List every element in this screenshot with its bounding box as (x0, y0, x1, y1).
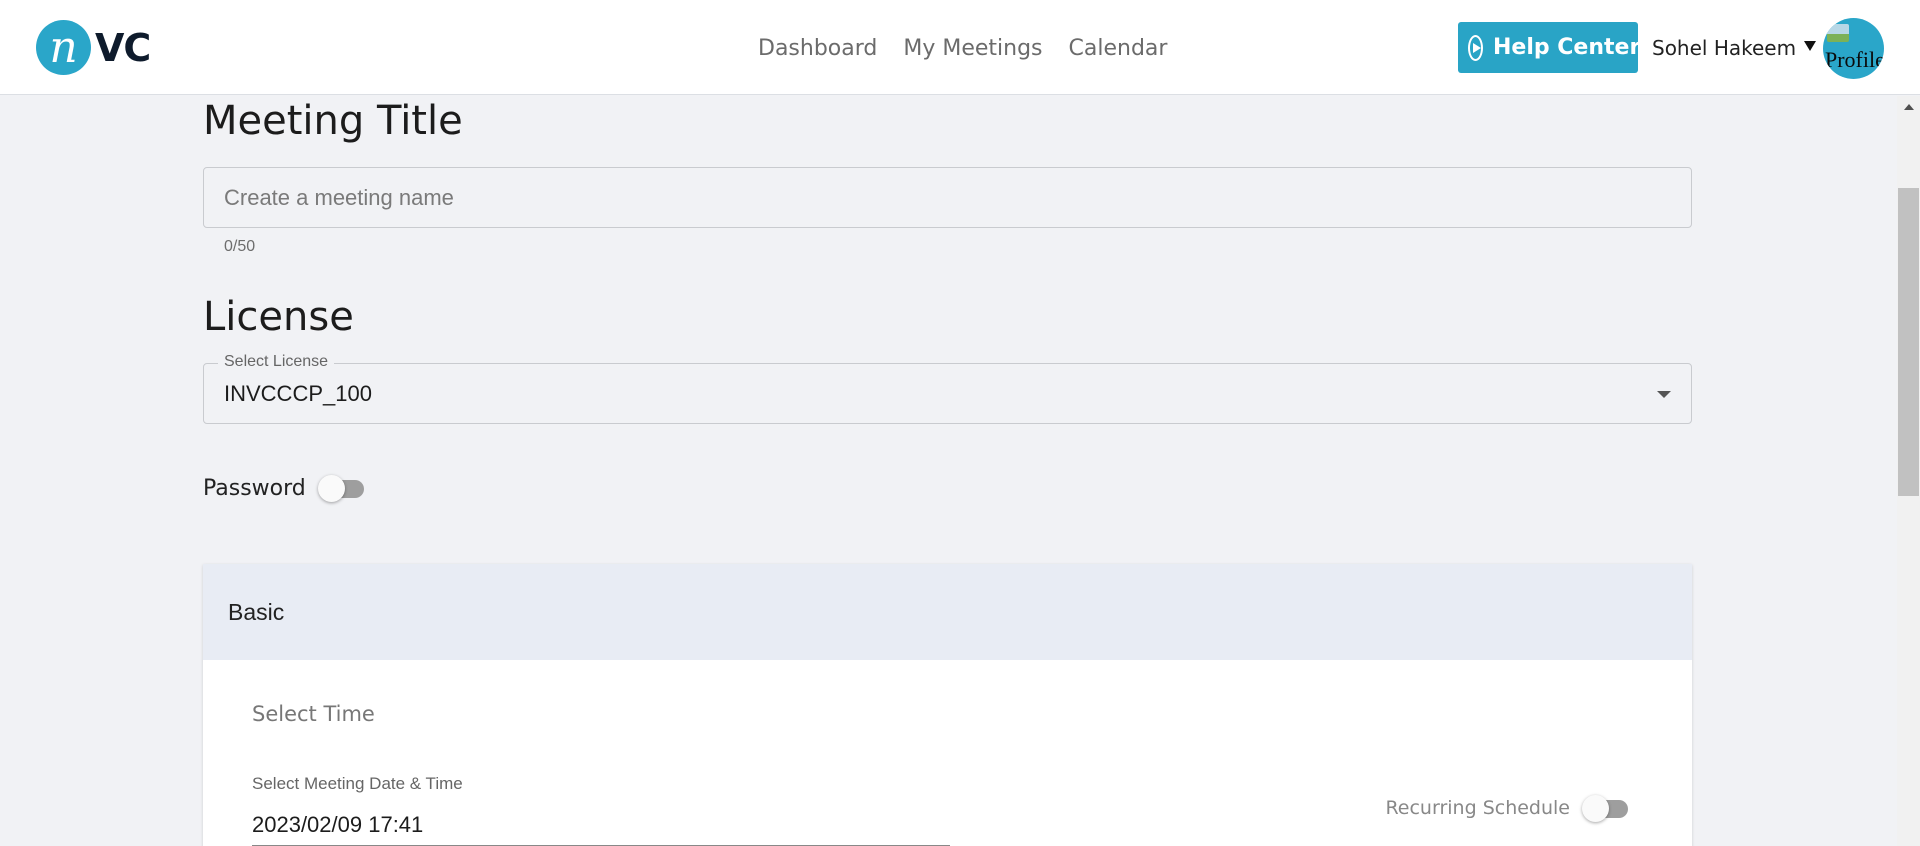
caret-down-icon (1804, 41, 1817, 51)
basic-panel-header[interactable]: Basic (203, 564, 1692, 660)
scroll-up-arrow-icon[interactable] (1904, 104, 1914, 110)
help-center-label: Help Center (1493, 35, 1641, 60)
meeting-title-input[interactable] (204, 168, 1691, 227)
meeting-title-field[interactable] (203, 167, 1692, 228)
recurring-schedule-toggle[interactable] (1582, 794, 1630, 822)
toggle-knob (1582, 795, 1609, 822)
user-name: Sohel Hakeem (1652, 36, 1797, 60)
toggle-knob (317, 475, 345, 502)
license-selected-value: INVCCCP_100 (224, 381, 372, 406)
logo-mark: n (36, 20, 91, 75)
recurring-schedule-label: Recurring Schedule (1385, 797, 1570, 819)
dropdown-arrow-icon (1657, 391, 1671, 398)
nav-my-meetings[interactable]: My Meetings (903, 36, 1042, 61)
play-circle-icon (1468, 34, 1483, 61)
password-label: Password (203, 475, 306, 501)
user-menu[interactable]: Sohel Hakeem (1652, 36, 1817, 60)
license-select-legend: Select License (218, 353, 335, 371)
nav-calendar[interactable]: Calendar (1069, 36, 1168, 61)
password-toggle[interactable] (317, 474, 366, 502)
scrollbar-thumb[interactable] (1898, 188, 1919, 496)
datetime-input[interactable] (252, 804, 950, 846)
top-header: n VC Dashboard My Meetings Calendar Help… (0, 0, 1920, 95)
license-select[interactable]: Select License INVCCCP_100 (203, 353, 1692, 424)
recurring-schedule-row: Recurring Schedule (1385, 794, 1630, 822)
basic-panel-title: Basic (228, 598, 285, 625)
broken-image-icon (1827, 24, 1849, 42)
avatar-alt-text: Profile (1825, 47, 1884, 72)
logo-text: VC (95, 25, 151, 70)
license-heading: License (203, 294, 354, 340)
datetime-label: Select Meeting Date & Time (252, 774, 463, 793)
app-logo[interactable]: n VC (36, 20, 151, 75)
main-nav: Dashboard My Meetings Calendar (758, 36, 1167, 61)
character-counter: 0/50 (224, 238, 256, 255)
basic-panel: Basic Select Time Select Meeting Date & … (203, 564, 1692, 846)
avatar[interactable]: Profile (1823, 18, 1884, 79)
help-center-button[interactable]: Help Center (1458, 22, 1641, 73)
nav-dashboard[interactable]: Dashboard (758, 36, 877, 61)
select-time-label: Select Time (252, 702, 375, 726)
meeting-title-heading: Meeting Title (203, 98, 463, 144)
password-row: Password (203, 474, 366, 502)
